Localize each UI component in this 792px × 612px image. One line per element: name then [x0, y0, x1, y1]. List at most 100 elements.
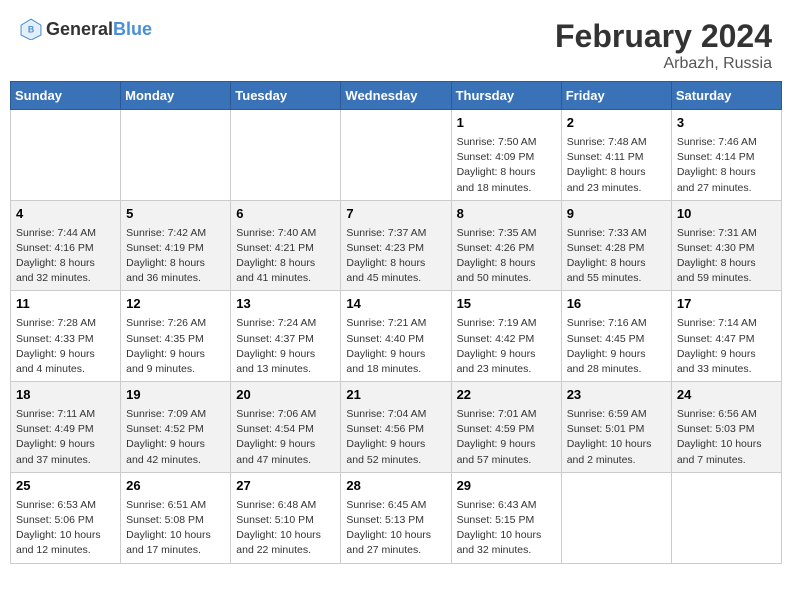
header-saturday: Saturday — [671, 82, 781, 110]
day-detail: Sunrise: 7:04 AMSunset: 4:56 PMDaylight:… — [346, 407, 445, 468]
cell-w4-d3: 20Sunrise: 7:06 AMSunset: 4:54 PMDayligh… — [231, 382, 341, 473]
header-thursday: Thursday — [451, 82, 561, 110]
logo: B GeneralBlue — [20, 18, 152, 40]
cell-w3-d2: 12Sunrise: 7:26 AMSunset: 4:35 PMDayligh… — [121, 291, 231, 382]
cell-w1-d3 — [231, 110, 341, 201]
cell-w1-d7: 3 Sunrise: 7:46 AMSunset: 4:14 PMDaylight… — [671, 110, 781, 201]
day-number: 6 — [236, 205, 335, 224]
cell-w2-d1: 4 Sunrise: 7:44 AMSunset: 4:16 PMDaylight… — [11, 200, 121, 291]
cell-w3-d3: 13Sunrise: 7:24 AMSunset: 4:37 PMDayligh… — [231, 291, 341, 382]
cell-w2-d5: 8 Sunrise: 7:35 AMSunset: 4:26 PMDaylight… — [451, 200, 561, 291]
cell-w1-d2 — [121, 110, 231, 201]
week-row-2: 4 Sunrise: 7:44 AMSunset: 4:16 PMDaylight… — [11, 200, 782, 291]
cell-w2-d6: 9 Sunrise: 7:33 AMSunset: 4:28 PMDaylight… — [561, 200, 671, 291]
month-year: February 2024 — [555, 18, 772, 55]
day-number: 9 — [567, 205, 666, 224]
day-number: 21 — [346, 386, 445, 405]
cell-w1-d6: 2 Sunrise: 7:48 AMSunset: 4:11 PMDaylight… — [561, 110, 671, 201]
cell-w5-d3: 27 Sunrise: 6:48 AMSunset: 5:10 PMDayligh… — [231, 472, 341, 563]
cell-w2-d4: 7 Sunrise: 7:37 AMSunset: 4:23 PMDaylight… — [341, 200, 451, 291]
cell-w5-d1: 25Sunrise: 6:53 AMSunset: 5:06 PMDayligh… — [11, 472, 121, 563]
day-detail: Sunrise: 6:51 AMSunset: 5:08 PMDaylight:… — [126, 498, 225, 559]
day-number: 1 — [457, 114, 556, 133]
week-row-3: 11 Sunrise: 7:28 AMSunset: 4:33 PMDayligh… — [11, 291, 782, 382]
day-number: 3 — [677, 114, 776, 133]
day-detail: Sunrise: 6:56 AMSunset: 5:03 PMDaylight:… — [677, 407, 776, 468]
header-monday: Monday — [121, 82, 231, 110]
day-number: 14 — [346, 295, 445, 314]
cell-w3-d7: 17Sunrise: 7:14 AMSunset: 4:47 PMDayligh… — [671, 291, 781, 382]
header: B GeneralBlue February 2024 Arbazh, Russ… — [10, 10, 782, 77]
day-number: 15 — [457, 295, 556, 314]
day-detail: Sunrise: 7:35 AMSunset: 4:26 PMDaylight:… — [457, 226, 556, 287]
cell-w3-d1: 11 Sunrise: 7:28 AMSunset: 4:33 PMDayligh… — [11, 291, 121, 382]
day-detail: Sunrise: 7:44 AMSunset: 4:16 PMDaylight:… — [16, 226, 115, 287]
cell-w3-d5: 15 Sunrise: 7:19 AMSunset: 4:42 PMDayligh… — [451, 291, 561, 382]
title-area: February 2024 Arbazh, Russia — [555, 18, 772, 73]
day-number: 26 — [126, 477, 225, 496]
calendar-table: Sunday Monday Tuesday Wednesday Thursday… — [10, 81, 782, 564]
day-number: 16 — [567, 295, 666, 314]
day-detail: Sunrise: 7:09 AMSunset: 4:52 PMDaylight:… — [126, 407, 225, 468]
cell-w2-d7: 10 Sunrise: 7:31 AMSunset: 4:30 PMDayligh… — [671, 200, 781, 291]
cell-w4-d5: 22Sunrise: 7:01 AMSunset: 4:59 PMDayligh… — [451, 382, 561, 473]
cell-w2-d2: 5Sunrise: 7:42 AMSunset: 4:19 PMDaylight… — [121, 200, 231, 291]
day-detail: Sunrise: 7:40 AMSunset: 4:21 PMDaylight:… — [236, 226, 335, 287]
day-number: 2 — [567, 114, 666, 133]
cell-w4-d6: 23 Sunrise: 6:59 AMSunset: 5:01 PMDayligh… — [561, 382, 671, 473]
day-detail: Sunrise: 6:59 AMSunset: 5:01 PMDaylight:… — [567, 407, 666, 468]
day-number: 24 — [677, 386, 776, 405]
day-number: 29 — [457, 477, 556, 496]
day-number: 11 — [16, 295, 115, 314]
day-detail: Sunrise: 6:45 AMSunset: 5:13 PMDaylight:… — [346, 498, 445, 559]
day-detail: Sunrise: 7:46 AMSunset: 4:14 PMDaylight:… — [677, 135, 776, 196]
header-wednesday: Wednesday — [341, 82, 451, 110]
cell-w1-d4 — [341, 110, 451, 201]
cell-w4-d2: 19 Sunrise: 7:09 AMSunset: 4:52 PMDayligh… — [121, 382, 231, 473]
week-row-5: 25Sunrise: 6:53 AMSunset: 5:06 PMDayligh… — [11, 472, 782, 563]
day-detail: Sunrise: 7:50 AMSunset: 4:09 PMDaylight:… — [457, 135, 556, 196]
day-number: 18 — [16, 386, 115, 405]
day-number: 27 — [236, 477, 335, 496]
day-detail: Sunrise: 7:01 AMSunset: 4:59 PMDaylight:… — [457, 407, 556, 468]
svg-text:B: B — [28, 24, 34, 34]
cell-w5-d4: 28 Sunrise: 6:45 AMSunset: 5:13 PMDayligh… — [341, 472, 451, 563]
day-number: 12 — [126, 295, 225, 314]
logo-blue: Blue — [113, 19, 152, 39]
day-detail: Sunrise: 7:19 AMSunset: 4:42 PMDaylight:… — [457, 316, 556, 377]
cell-w1-d1 — [11, 110, 121, 201]
day-number: 25 — [16, 477, 115, 496]
cell-w1-d5: 1 Sunrise: 7:50 AMSunset: 4:09 PMDaylight… — [451, 110, 561, 201]
day-number: 28 — [346, 477, 445, 496]
cell-w5-d7 — [671, 472, 781, 563]
day-number: 5 — [126, 205, 225, 224]
day-detail: Sunrise: 7:16 AMSunset: 4:45 PMDaylight:… — [567, 316, 666, 377]
day-detail: Sunrise: 7:28 AMSunset: 4:33 PMDaylight:… — [16, 316, 115, 377]
cell-w4-d7: 24 Sunrise: 6:56 AMSunset: 5:03 PMDayligh… — [671, 382, 781, 473]
day-detail: Sunrise: 7:37 AMSunset: 4:23 PMDaylight:… — [346, 226, 445, 287]
week-row-4: 18Sunrise: 7:11 AMSunset: 4:49 PMDayligh… — [11, 382, 782, 473]
weekday-header-row: Sunday Monday Tuesday Wednesday Thursday… — [11, 82, 782, 110]
day-detail: Sunrise: 6:48 AMSunset: 5:10 PMDaylight:… — [236, 498, 335, 559]
header-sunday: Sunday — [11, 82, 121, 110]
day-detail: Sunrise: 7:31 AMSunset: 4:30 PMDaylight:… — [677, 226, 776, 287]
week-row-1: 1 Sunrise: 7:50 AMSunset: 4:09 PMDaylight… — [11, 110, 782, 201]
logo-icon: B — [20, 18, 42, 40]
day-number: 10 — [677, 205, 776, 224]
day-number: 13 — [236, 295, 335, 314]
cell-w4-d1: 18Sunrise: 7:11 AMSunset: 4:49 PMDayligh… — [11, 382, 121, 473]
location: Arbazh, Russia — [555, 55, 772, 73]
cell-w3-d4: 14Sunrise: 7:21 AMSunset: 4:40 PMDayligh… — [341, 291, 451, 382]
logo-general: General — [46, 19, 113, 39]
header-tuesday: Tuesday — [231, 82, 341, 110]
day-detail: Sunrise: 7:33 AMSunset: 4:28 PMDaylight:… — [567, 226, 666, 287]
cell-w4-d4: 21 Sunrise: 7:04 AMSunset: 4:56 PMDayligh… — [341, 382, 451, 473]
day-number: 8 — [457, 205, 556, 224]
day-detail: Sunrise: 7:48 AMSunset: 4:11 PMDaylight:… — [567, 135, 666, 196]
cell-w3-d6: 16 Sunrise: 7:16 AMSunset: 4:45 PMDayligh… — [561, 291, 671, 382]
day-number: 7 — [346, 205, 445, 224]
day-number: 19 — [126, 386, 225, 405]
cell-w5-d2: 26 Sunrise: 6:51 AMSunset: 5:08 PMDayligh… — [121, 472, 231, 563]
day-number: 23 — [567, 386, 666, 405]
day-number: 4 — [16, 205, 115, 224]
